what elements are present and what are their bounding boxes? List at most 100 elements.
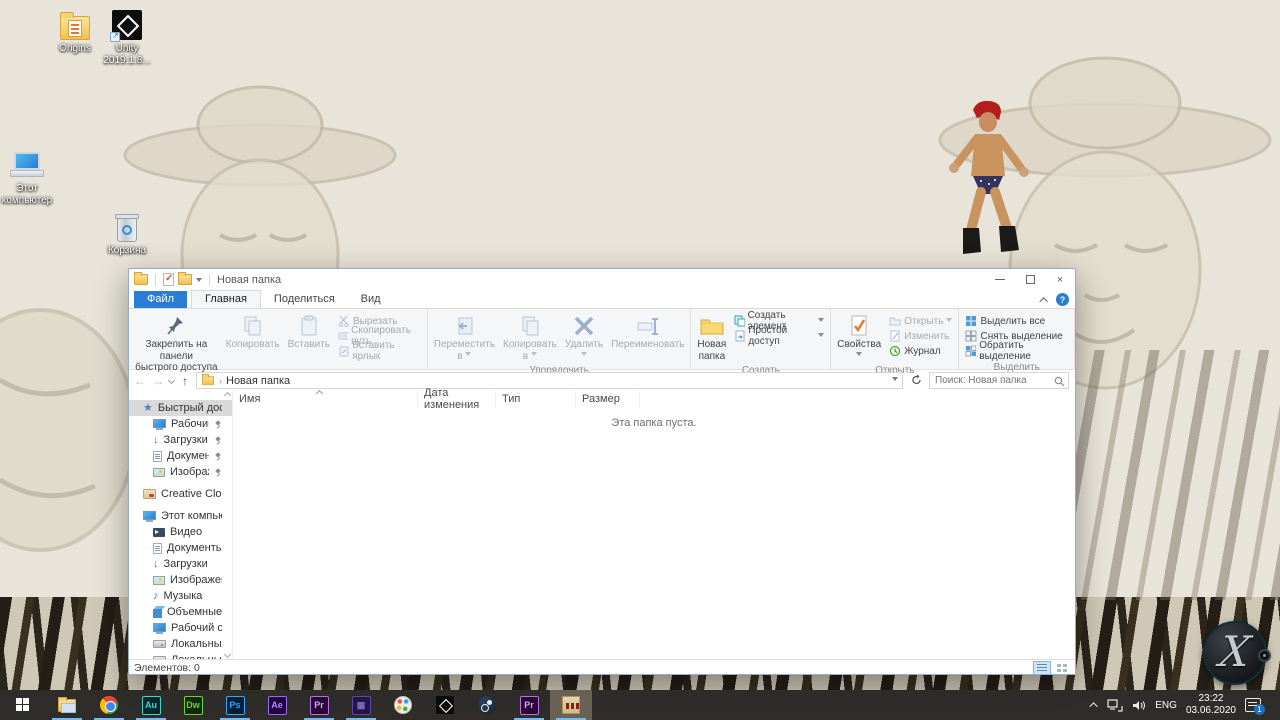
copy-button[interactable]: Копировать (222, 311, 284, 376)
history-button[interactable]: Журнал (889, 344, 952, 358)
taskbar-audition[interactable]: Au (130, 690, 172, 720)
taskbar-photoshop[interactable]: Ps (214, 690, 256, 720)
ribbon-tabs: Файл Главная Поделиться Вид ? (129, 290, 1075, 308)
network-icon[interactable] (1107, 699, 1123, 712)
refresh-button[interactable] (907, 374, 925, 388)
ribbon-group-create: Новаяпапка Создать элемент Простой досту… (691, 309, 831, 369)
sidebar-item-documents-pinned[interactable]: Документы (129, 448, 232, 464)
column-type[interactable]: Тип (496, 391, 576, 407)
tray-expand-icon[interactable] (1090, 702, 1098, 710)
paste-icon (299, 315, 319, 337)
sidebar-item-pictures[interactable]: Изображения (129, 572, 232, 588)
minimize-button[interactable] (985, 270, 1015, 290)
collapse-ribbon-icon[interactable] (1039, 297, 1047, 305)
sidebar-item-local-disk-d[interactable]: Локальный дис (129, 652, 232, 659)
title-bar[interactable]: Новая папка × (129, 269, 1075, 290)
videos-icon (153, 528, 165, 537)
explorer-window: Новая папка × Файл Главная Поделиться Ви… (128, 268, 1076, 675)
taskbar-after-effects[interactable]: Ae (256, 690, 298, 720)
close-button[interactable]: × (1045, 270, 1075, 290)
sidebar-item-local-disk-c[interactable]: Локальный дис (129, 636, 232, 652)
search-input[interactable] (930, 373, 1068, 388)
qat-customize-caret-icon[interactable] (196, 278, 202, 285)
scroll-down-icon[interactable] (224, 651, 231, 658)
pin-icon (214, 452, 222, 461)
sidebar-item-downloads-pinned[interactable]: ↓ Загрузки (129, 432, 232, 448)
move-to-icon (453, 315, 475, 337)
tab-home[interactable]: Главная (191, 290, 261, 308)
delete-button[interactable]: Удалить (561, 311, 607, 364)
sidebar-item-desktop-pinned[interactable]: Рабочий сто (129, 416, 232, 432)
tab-view[interactable]: Вид (348, 291, 394, 308)
address-dropdown-icon[interactable] (892, 377, 898, 384)
desktop-icon-recycle-bin[interactable]: Корзина (95, 208, 159, 257)
taskbar-premiere-2[interactable]: Pr (508, 690, 550, 720)
tab-share[interactable]: Поделиться (261, 291, 348, 308)
taskbar-adobe-app[interactable]: ▦ (340, 690, 382, 720)
sidebar-item-downloads[interactable]: ↓ Загрузки (129, 556, 232, 572)
desktop-icon-this-pc[interactable]: Этот компьютер (0, 146, 59, 206)
sidebar-item-3d-objects[interactable]: Объемные объ (129, 604, 232, 620)
up-icon[interactable]: ↑ (178, 374, 192, 388)
paste-shortcut-button[interactable]: Вставить ярлык (338, 344, 421, 358)
action-center-icon[interactable]: 1 (1245, 698, 1261, 712)
copy-to-button[interactable]: Копироватьв (499, 311, 561, 364)
pictures-icon (153, 468, 165, 477)
taskbar-active-game[interactable] (550, 690, 592, 720)
taskbar-steam[interactable] (466, 690, 508, 720)
properties-button[interactable]: Свойства (833, 311, 885, 364)
icons-view-button[interactable] (1053, 661, 1071, 675)
sidebar-item-music[interactable]: ♪ Музыка (129, 588, 232, 604)
desktop-icon-unity[interactable]: Unity 2019.1.8... (95, 6, 159, 66)
volume-icon[interactable] (1132, 699, 1146, 712)
forward-icon[interactable]: → (151, 374, 165, 388)
taskbar-dreamweaver[interactable]: Dw (172, 690, 214, 720)
taskbar-file-explorer[interactable] (46, 690, 88, 720)
ribbon-group-open: Свойства Открыть Изменить (831, 309, 959, 369)
sidebar-item-videos[interactable]: Видео (129, 524, 232, 540)
tray-time: 23:22 (1198, 693, 1223, 704)
back-icon[interactable]: ← (133, 374, 147, 388)
paste-button[interactable]: Вставить (284, 311, 334, 376)
language-indicator[interactable]: ENG (1155, 700, 1177, 711)
sidebar-scrollbar[interactable] (223, 391, 232, 659)
qat-properties-icon[interactable] (163, 273, 174, 286)
breadcrumb[interactable]: › Новая папка (196, 372, 903, 389)
sidebar-item-desktop[interactable]: Рабочий стол (129, 620, 232, 636)
taskbar-paint3d[interactable] (382, 690, 424, 720)
clock[interactable]: 23:22 03.06.2020 (1186, 693, 1236, 718)
move-to-button[interactable]: Переместитьв (430, 311, 499, 364)
history-icon (889, 345, 901, 357)
qat-new-folder-icon[interactable] (178, 274, 192, 285)
start-button[interactable] (0, 690, 46, 720)
sidebar-item-this-pc[interactable]: Этот компьютер (129, 508, 232, 524)
search-box[interactable] (929, 372, 1069, 389)
pin-to-quick-access-button[interactable]: Закрепить на панелибыстрого доступа (131, 311, 222, 376)
breadcrumb-path[interactable]: Новая папка (226, 375, 290, 387)
tab-file[interactable]: Файл (134, 291, 187, 308)
column-date[interactable]: Дата изменения (418, 391, 496, 407)
taskbar-premiere[interactable]: Pr (298, 690, 340, 720)
open-button[interactable]: Открыть (889, 314, 952, 328)
desktop-icon (153, 419, 166, 428)
details-view-button[interactable] (1033, 661, 1051, 675)
empty-folder-message: Эта папка пуста. (233, 417, 1075, 429)
taskbar-unity[interactable] (424, 690, 466, 720)
column-name[interactable]: Имя (233, 391, 418, 407)
invert-selection-button[interactable]: Обратить выделение (965, 344, 1068, 358)
sidebar-item-creative-cloud[interactable]: Creative Cloud Fil (129, 486, 232, 502)
tray-date: 03.06.2020 (1186, 705, 1236, 716)
help-icon[interactable]: ? (1056, 293, 1069, 306)
new-folder-button[interactable]: Новаяпапка (693, 311, 730, 364)
taskbar-chrome[interactable] (88, 690, 130, 720)
sidebar-item-documents[interactable]: Документы (129, 540, 232, 556)
maximize-button[interactable] (1015, 270, 1045, 290)
edit-button[interactable]: Изменить (889, 329, 952, 343)
sidebar-item-pictures-pinned[interactable]: Изображени (129, 464, 232, 480)
column-size[interactable]: Размер (576, 391, 640, 407)
sidebar-item-quick-access[interactable]: ★ Быстрый доступ (129, 400, 232, 416)
rename-button[interactable]: Переименовать (607, 311, 688, 364)
select-all-button[interactable]: Выделить все (965, 314, 1068, 328)
scroll-up-icon[interactable] (224, 392, 231, 399)
easy-access-button[interactable]: Простой доступ (734, 329, 824, 343)
